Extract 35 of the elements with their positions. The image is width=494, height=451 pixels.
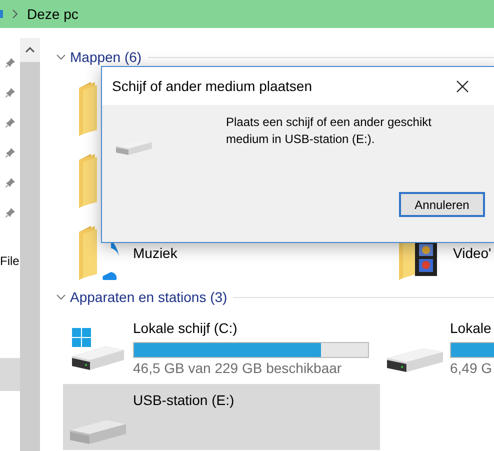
pin-icon (5, 178, 15, 188)
folder-icon (77, 82, 99, 136)
drive-icon (387, 347, 443, 372)
drive-item[interactable]: Lokale 6,49 G (380, 312, 494, 378)
scroll-up-icon[interactable] (25, 47, 35, 53)
drive-name: Lokale (450, 319, 492, 338)
close-icon[interactable] (456, 80, 469, 92)
scrollbar[interactable] (20, 38, 40, 451)
free-space: 46,5 GB van 229 GB beschikbaar (133, 359, 343, 378)
free-space: 6,49 G (450, 359, 494, 378)
section-title[interactable]: Apparaten en stations (3) (70, 286, 228, 308)
drive-icon (70, 328, 126, 372)
cancel-button[interactable]: Annuleren (399, 192, 485, 217)
drive-item[interactable]: USB-station (E:) (63, 384, 380, 450)
pin-icon (5, 88, 15, 98)
section-title[interactable]: Mappen (6) (70, 46, 142, 68)
nav-item[interactable]: File (0, 252, 20, 270)
pin-icon (5, 118, 15, 128)
pin-icon (5, 58, 15, 68)
pin-icon (5, 208, 15, 218)
chevron-icon[interactable] (56, 54, 66, 60)
breadcrumb-item[interactable]: Deze pc (27, 4, 78, 24)
chevron-icon (11, 9, 19, 19)
folder-label[interactable]: Muziek (133, 242, 178, 264)
chevron-icon[interactable] (56, 294, 66, 300)
dialog-message: Plaats een schijf of een ander geschikt medium in USB-station (E:). (226, 114, 432, 148)
drive-name: USB-station (E:) (133, 391, 234, 410)
folder-icon (77, 154, 99, 208)
drive-icon (116, 139, 152, 155)
drive-name: Lokale schijf (C:) (133, 319, 238, 338)
drive-icon (70, 419, 126, 444)
dialog-title: Schijf of ander medium plaatsen (112, 76, 312, 96)
pin-icon (5, 148, 15, 158)
folder-label[interactable]: Video' (453, 242, 492, 264)
drive-item[interactable]: Lokale schijf (C:) 46,5 GB van 229 GB beschikbaar (63, 312, 380, 378)
